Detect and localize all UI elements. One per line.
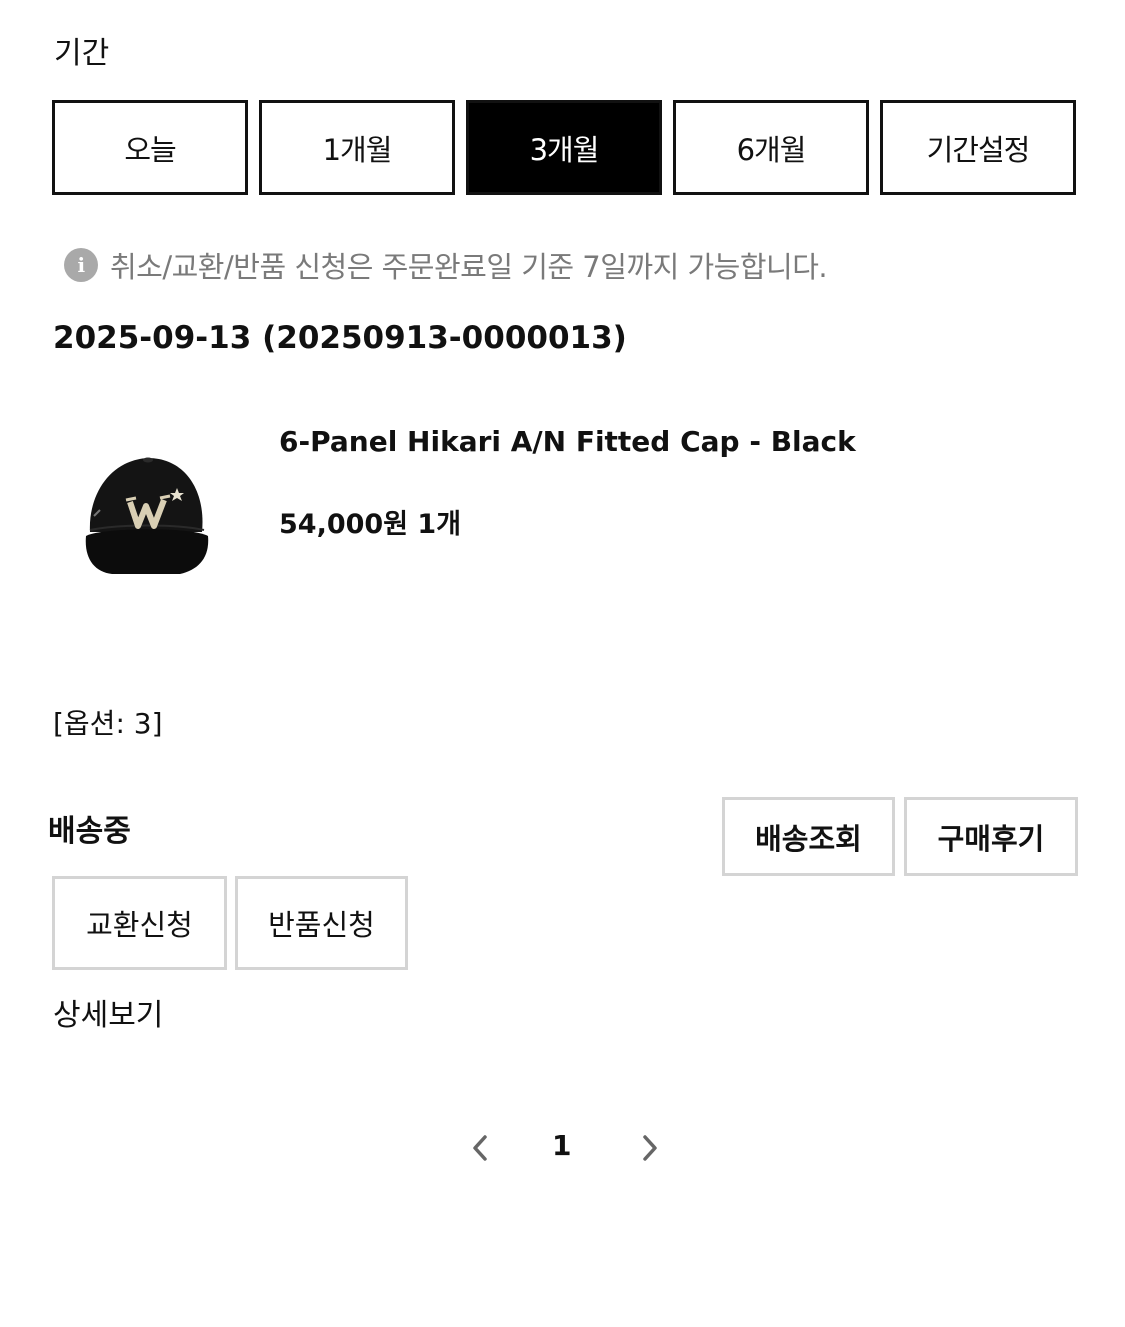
info-icon: i (64, 248, 98, 282)
tab-today[interactable]: 오늘 (52, 100, 248, 195)
view-details-link[interactable]: 상세보기 (53, 990, 163, 1034)
tab-6-months[interactable]: 6개월 (673, 100, 869, 195)
return-request-button[interactable]: 반품신청 (235, 876, 408, 970)
order-date-number: 2025-09-13 (20250913-0000013) (53, 320, 627, 356)
period-tabs: 오늘 1개월 3개월 6개월 기간설정 (52, 100, 1076, 195)
track-delivery-button[interactable]: 배송조회 (722, 797, 895, 876)
chevron-left-icon[interactable] (465, 1133, 495, 1163)
product-name[interactable]: 6-Panel Hikari A/N Fitted Cap - Black (279, 425, 856, 458)
write-review-button[interactable]: 구매후기 (904, 797, 1078, 876)
order-history-page: 기간 오늘 1개월 3개월 6개월 기간설정 i 취소/교환/반품 신청은 주문… (0, 0, 1125, 1327)
notice-text: 취소/교환/반품 신청은 주문완료일 기준 7일까지 가능합니다. (110, 250, 828, 284)
tab-1-month[interactable]: 1개월 (259, 100, 455, 195)
period-label: 기간 (54, 36, 110, 71)
chevron-right-icon[interactable] (635, 1133, 665, 1163)
delivery-status: 배송중 (48, 814, 131, 849)
notice: i 취소/교환/반품 신청은 주문완료일 기준 7일까지 가능합니다. (64, 244, 828, 286)
pagination: 1 (460, 1125, 665, 1171)
current-page[interactable]: 1 (552, 1129, 571, 1162)
product-image[interactable] (80, 440, 215, 585)
tab-3-months[interactable]: 3개월 (466, 100, 662, 195)
tab-custom-period[interactable]: 기간설정 (880, 100, 1076, 195)
product-option: [옵션: 3] (53, 707, 163, 740)
product-price-quantity: 54,000원 1개 (279, 509, 462, 540)
exchange-request-button[interactable]: 교환신청 (52, 876, 227, 970)
